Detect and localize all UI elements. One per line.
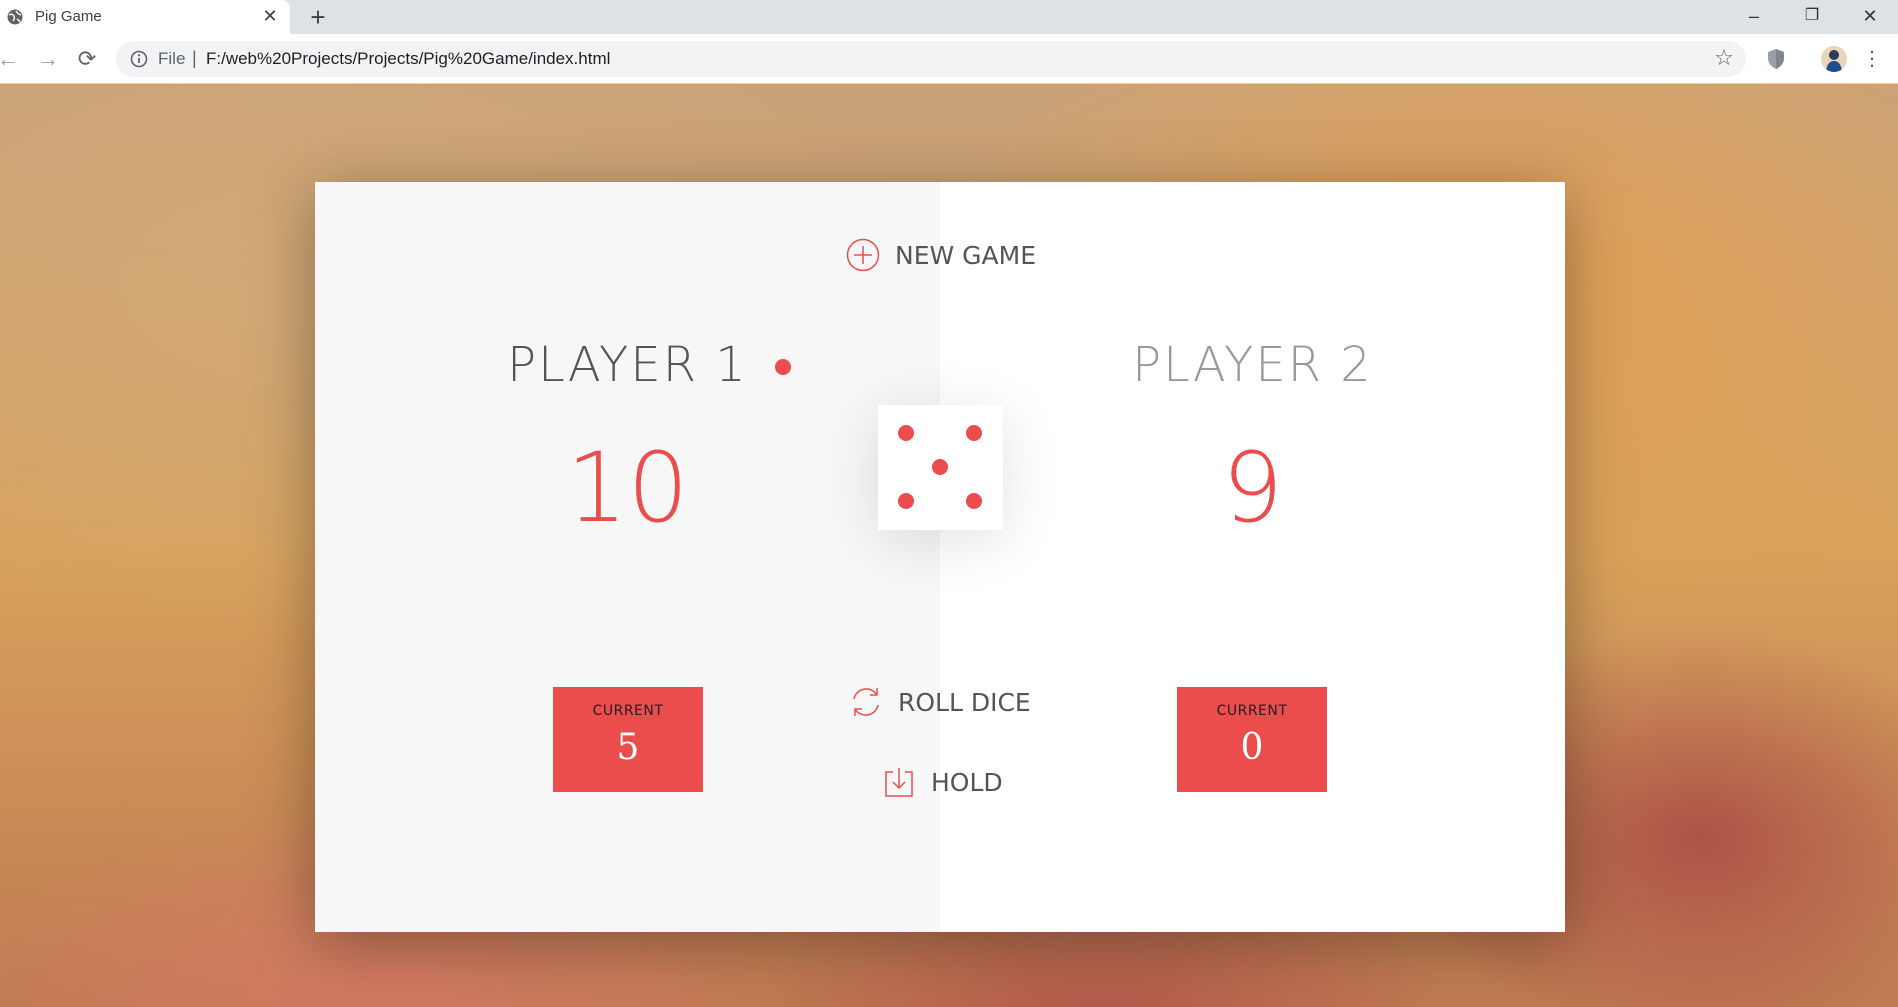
player-2-panel: PLAYER 2 9 CURRENT 0 xyxy=(940,182,1565,932)
refresh-icon xyxy=(853,688,879,716)
new-tab-button[interactable]: + xyxy=(305,4,331,30)
tab-title: Pig Game xyxy=(35,8,102,25)
player-2-current-label: CURRENT xyxy=(1216,703,1288,719)
scheme-label: File xyxy=(158,49,186,68)
page-viewport: PLAYER 1 10 CURRENT 5 PLAYER 2 9 CURRENT… xyxy=(0,85,1898,1007)
browser-toolbar: ← → ⟳ File | F:/web%20Projects/Projects/… xyxy=(0,34,1898,84)
player-2-current-score: 0 xyxy=(1240,727,1264,768)
player-2-current-box: CURRENT 0 xyxy=(1177,687,1327,792)
globe-icon xyxy=(7,9,23,25)
dice-pip xyxy=(898,425,914,441)
url-text[interactable]: F:/web%20Projects/Projects/Pig%20Game/in… xyxy=(206,49,610,69)
new-game-button[interactable]: NEW GAME xyxy=(845,237,1036,273)
forward-arrow-icon[interactable]: → xyxy=(36,47,60,71)
player-1-name: PLAYER 1 xyxy=(507,337,748,393)
reload-icon[interactable]: ⟳ xyxy=(75,47,99,71)
hold-label: HOLD xyxy=(931,767,1003,797)
plus-circle-icon xyxy=(846,238,880,272)
browser-tab[interactable]: Pig Game ✕ xyxy=(0,0,290,34)
close-window-button[interactable]: ✕ xyxy=(1850,2,1890,30)
tab-bar: Pig Game ✕ + – ❐ ✕ xyxy=(0,0,1898,34)
address-bar[interactable]: File | F:/web%20Projects/Projects/Pig%20… xyxy=(116,41,1746,77)
player-1-current-score: 5 xyxy=(616,727,640,768)
player-2-name: PLAYER 2 xyxy=(1132,337,1373,393)
scheme-separator: | xyxy=(192,48,197,68)
dice-pip xyxy=(932,459,948,475)
active-player-indicator xyxy=(775,359,791,375)
player-1-current-box: CURRENT 5 xyxy=(553,687,703,792)
minimize-button[interactable]: – xyxy=(1734,2,1774,30)
profile-avatar[interactable] xyxy=(1821,46,1847,72)
bookmark-star-icon[interactable]: ☆ xyxy=(1712,46,1736,70)
user-icon xyxy=(1826,50,1842,72)
dice xyxy=(878,405,1003,530)
dice-pip xyxy=(966,493,982,509)
menu-icon[interactable]: ⋮ xyxy=(1862,46,1882,72)
player-2-score: 9 xyxy=(1221,432,1284,544)
dice-pip xyxy=(966,425,982,441)
shield-icon[interactable] xyxy=(1766,48,1786,70)
roll-dice-label: ROLL DICE xyxy=(898,687,1031,717)
download-icon xyxy=(885,768,913,797)
close-tab-icon[interactable]: ✕ xyxy=(260,6,280,26)
game-panel: PLAYER 1 10 CURRENT 5 PLAYER 2 9 CURRENT… xyxy=(315,182,1565,932)
hold-button[interactable]: HOLD xyxy=(881,764,1003,800)
new-game-label: NEW GAME xyxy=(895,240,1037,270)
restore-button[interactable]: ❐ xyxy=(1792,2,1832,30)
player-1-panel: PLAYER 1 10 CURRENT 5 xyxy=(315,182,940,932)
player-1-score: 10 xyxy=(566,432,689,544)
back-arrow-icon[interactable]: ← xyxy=(0,47,20,71)
info-icon[interactable] xyxy=(130,50,148,68)
roll-dice-button[interactable]: ROLL DICE xyxy=(848,684,1031,720)
player-1-current-label: CURRENT xyxy=(592,703,664,719)
dice-pip xyxy=(898,493,914,509)
